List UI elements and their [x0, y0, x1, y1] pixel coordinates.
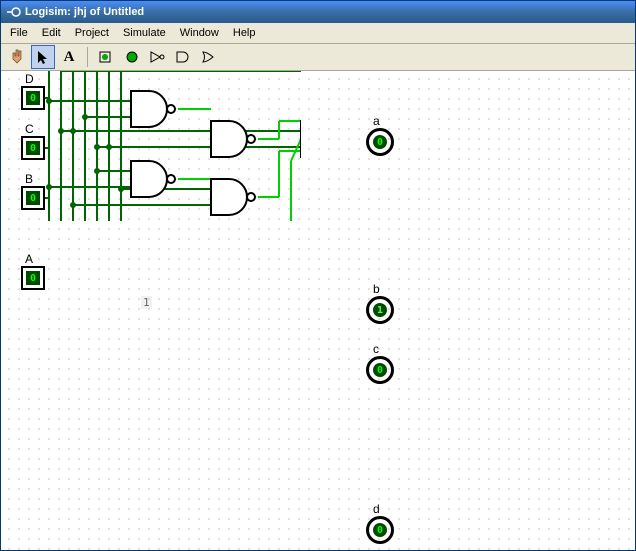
output-pin-a[interactable]: 0	[366, 128, 394, 156]
menu-help[interactable]: Help	[226, 25, 263, 41]
output-pin-d[interactable]: 0	[366, 516, 394, 544]
or-gate-button[interactable]	[198, 45, 222, 69]
menu-project[interactable]: Project	[68, 25, 116, 41]
menu-edit[interactable]: Edit	[35, 25, 68, 41]
text-icon: A	[64, 49, 75, 66]
app-icon	[5, 4, 21, 20]
input-label-D: D	[25, 72, 34, 86]
input-pin-C[interactable]: 0	[21, 136, 45, 160]
window-title: Logisim: jhj of Untitled	[25, 6, 144, 18]
canvas[interactable]: D 0 C 0 B 0 A 0 a 0 b 1 c 0 d 0 1	[1, 71, 635, 550]
select-tool-button[interactable]	[31, 45, 55, 69]
input-label-A: A	[25, 252, 33, 266]
schematic	[1, 71, 301, 221]
output-pin-b[interactable]: 1	[366, 296, 394, 324]
menu-bar: File Edit Project Simulate Window Help	[1, 23, 635, 44]
output-label-d: d	[373, 502, 380, 516]
not-gate-icon	[149, 49, 167, 65]
input-pin-A[interactable]: 0	[21, 266, 45, 290]
input-pin-B[interactable]: 0	[21, 186, 45, 210]
output-pin-c[interactable]: 0	[366, 356, 394, 384]
menu-file[interactable]: File	[3, 25, 35, 41]
output-label-b: b	[373, 282, 380, 296]
constant-1[interactable]: 1	[141, 296, 152, 309]
output-pin-icon	[124, 49, 140, 65]
or-gate-icon	[201, 49, 219, 65]
poke-tool-button[interactable]	[5, 45, 29, 69]
output-pin-value: 0	[373, 135, 387, 149]
not-gate-button[interactable]	[146, 45, 170, 69]
menu-simulate[interactable]: Simulate	[116, 25, 173, 41]
title-bar: Logisim: jhj of Untitled	[1, 1, 635, 23]
output-pin-value: 0	[373, 523, 387, 537]
toolbar: A	[1, 44, 635, 71]
text-tool-button[interactable]: A	[57, 45, 81, 69]
hand-icon	[9, 49, 25, 65]
output-label-a: a	[373, 114, 380, 128]
input-pin-D[interactable]: 0	[21, 86, 45, 110]
and-gate-button[interactable]	[172, 45, 196, 69]
input-label-C: C	[25, 122, 34, 136]
output-pin-value: 1	[373, 303, 387, 317]
input-label-B: B	[25, 172, 33, 186]
input-pin-value: 0	[26, 191, 40, 205]
input-pin-icon	[98, 49, 114, 65]
and-gate-icon	[175, 49, 193, 65]
output-pin-button[interactable]	[120, 45, 144, 69]
toolbar-separator	[87, 47, 88, 67]
output-label-c: c	[373, 342, 379, 356]
menu-window[interactable]: Window	[173, 25, 226, 41]
input-pin-button[interactable]	[94, 45, 118, 69]
input-pin-value: 0	[26, 141, 40, 155]
output-pin-value: 0	[373, 363, 387, 377]
arrow-icon	[35, 49, 51, 65]
input-pin-value: 0	[26, 91, 40, 105]
input-pin-value: 0	[26, 271, 40, 285]
